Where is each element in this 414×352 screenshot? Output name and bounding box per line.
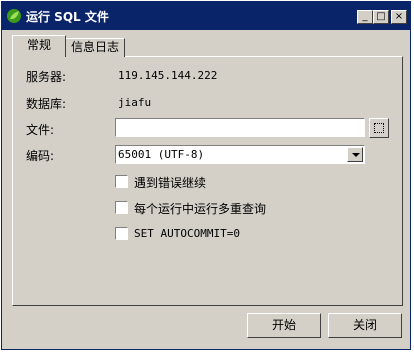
maximize-button[interactable]: □ [373, 10, 389, 24]
minimize-button[interactable]: _ [357, 10, 373, 24]
encoding-selected-value: 65001 (UTF-8) [118, 148, 205, 161]
chevron-down-icon[interactable] [347, 147, 363, 162]
run-sql-file-dialog: 运行 SQL 文件 _ □ × 常规 信息日志 服务器: 119.145.144… [1, 1, 411, 350]
server-value: 119.145.144.222 [118, 69, 218, 82]
server-label: 服务器: [26, 70, 67, 84]
database-value: jiafu [118, 96, 152, 109]
browse-icon [374, 123, 384, 133]
file-path-input[interactable] [115, 118, 365, 137]
close-button[interactable]: 关闭 [328, 313, 402, 338]
option-label: 每个运行中运行多重查询 [134, 202, 267, 216]
title-bar[interactable]: 运行 SQL 文件 _ □ × [2, 2, 410, 30]
checkbox[interactable] [115, 175, 128, 188]
tab-panel-general [12, 56, 403, 306]
database-label: 数据库: [26, 97, 67, 111]
file-label: 文件: [26, 123, 55, 137]
option-label: 遇到错误继续 [134, 176, 207, 190]
encoding-label: 编码: [26, 149, 55, 163]
tab-info-log[interactable]: 信息日志 [65, 38, 125, 57]
encoding-select[interactable]: 65001 (UTF-8) [115, 145, 365, 164]
checkbox[interactable] [115, 227, 128, 240]
checkbox[interactable] [115, 201, 128, 214]
option-label: SET AUTOCOMMIT=0 [134, 227, 240, 240]
start-button[interactable]: 开始 [247, 313, 321, 338]
tab-general[interactable]: 常规 [12, 35, 66, 57]
close-window-button[interactable]: × [391, 10, 407, 24]
browse-button[interactable] [369, 118, 389, 138]
app-icon [7, 9, 21, 23]
window-title: 运行 SQL 文件 [26, 10, 109, 24]
